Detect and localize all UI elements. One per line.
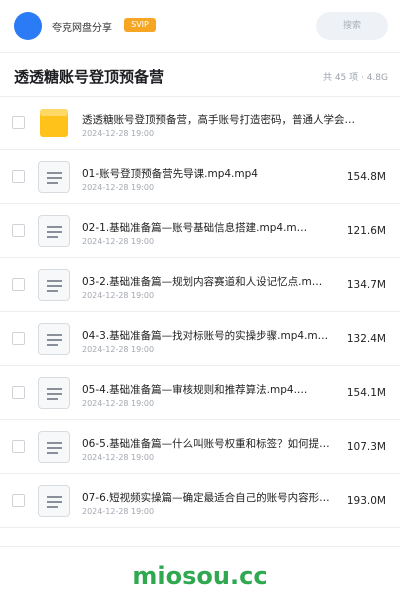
file-size: 107.3M: [346, 441, 386, 453]
document-icon: [38, 323, 70, 355]
row-checkbox[interactable]: [12, 494, 25, 507]
document-icon: [38, 215, 70, 247]
row-checkbox[interactable]: [12, 116, 25, 129]
file-row[interactable]: 01-账号登顶预备营先导课.mp4.mp4 2024-12-28 19:00 154…: [0, 150, 400, 204]
document-icon: [38, 377, 70, 409]
folder-icon: [38, 107, 70, 139]
file-date: 2024-12-28 19:00: [82, 237, 155, 246]
file-row[interactable]: 06-5.基础准备篇—什么叫账号权重和标签？如何提… 2024-12-28 19:…: [0, 420, 400, 474]
app-name: 夸克网盘分享: [52, 23, 112, 34]
file-size: 132.4M: [346, 333, 386, 345]
file-row[interactable]: 04-3.基础准备篇—找对标账号的实操步骤.mp4.m… 2024-12-28 1…: [0, 312, 400, 366]
file-row[interactable]: 02-1.基础准备篇—账号基础信息搭建.mp4.m… 2024-12-28 19:…: [0, 204, 400, 258]
file-name: 07-6.短视频实操篇—确定最适合自己的账号内容形…: [82, 492, 330, 504]
file-row[interactable]: 透透糖账号登顶预备营，高手账号打造密码，普通人学会… 2024-12-28 19:…: [0, 96, 400, 150]
document-icon: [38, 269, 70, 301]
file-name: 04-3.基础准备篇—找对标账号的实操步骤.mp4.m…: [82, 330, 329, 342]
file-size: 193.0M: [346, 495, 386, 507]
file-date: 2024-12-28 19:00: [82, 507, 155, 516]
file-date: 2024-12-28 19:00: [82, 453, 155, 462]
document-icon: [38, 161, 70, 193]
file-size: 154.8M: [346, 171, 386, 183]
top-bar: 夸克网盘分享 SVIP 搜索: [0, 0, 400, 52]
file-list: 透透糖账号登顶预备营，高手账号打造密码，普通人学会… 2024-12-28 19:…: [0, 96, 400, 528]
divider: [0, 52, 400, 53]
document-icon: [38, 485, 70, 517]
avatar[interactable]: [14, 12, 42, 40]
file-size: 121.6M: [346, 225, 386, 237]
file-size: 154.1M: [346, 387, 386, 399]
svip-badge: SVIP: [124, 18, 156, 32]
search-button[interactable]: 搜索: [316, 12, 388, 40]
file-row[interactable]: 05-4.基础准备篇—审核规则和推荐算法.mp4.… 2024-12-28 19:…: [0, 366, 400, 420]
file-date: 2024-12-28 19:00: [82, 129, 155, 138]
row-checkbox[interactable]: [12, 332, 25, 345]
file-name: 03-2.基础准备篇—规划内容赛道和人设记忆点.m…: [82, 276, 323, 288]
file-name: 06-5.基础准备篇—什么叫账号权重和标签？如何提…: [82, 438, 330, 450]
row-checkbox[interactable]: [12, 278, 25, 291]
row-checkbox[interactable]: [12, 170, 25, 183]
document-icon: [38, 431, 70, 463]
watermark: miosou.cc: [132, 562, 268, 590]
row-checkbox[interactable]: [12, 224, 25, 237]
file-date: 2024-12-28 19:00: [82, 345, 155, 354]
file-row[interactable]: 07-6.短视频实操篇—确定最适合自己的账号内容形… 2024-12-28 19:…: [0, 474, 400, 528]
file-size: 134.7M: [346, 279, 386, 291]
file-date: 2024-12-28 19:00: [82, 291, 155, 300]
file-name: 02-1.基础准备篇—账号基础信息搭建.mp4.m…: [82, 222, 308, 234]
page-title: 透透糖账号登顶预备营: [14, 68, 165, 86]
file-date: 2024-12-28 19:00: [82, 183, 155, 192]
folder-meta: 共 45 项 · 4.8G: [322, 73, 388, 83]
file-name: 05-4.基础准备篇—审核规则和推荐算法.mp4.…: [82, 384, 308, 396]
file-name: 01-账号登顶预备营先导课.mp4.mp4: [82, 168, 258, 180]
file-date: 2024-12-28 19:00: [82, 399, 155, 408]
row-checkbox[interactable]: [12, 386, 25, 399]
file-name: 透透糖账号登顶预备营，高手账号打造密码，普通人学会…: [82, 114, 355, 126]
row-checkbox[interactable]: [12, 440, 25, 453]
divider: [0, 546, 400, 547]
file-row[interactable]: 03-2.基础准备篇—规划内容赛道和人设记忆点.m… 2024-12-28 19:…: [0, 258, 400, 312]
